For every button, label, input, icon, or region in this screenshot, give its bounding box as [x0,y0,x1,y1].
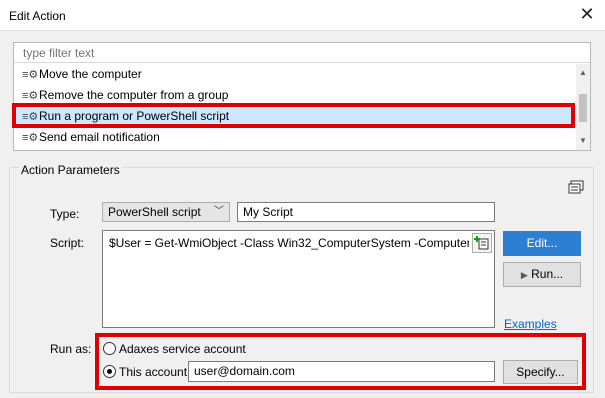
filter-input[interactable] [14,43,590,63]
highlight-selected-action [12,103,575,128]
gear-icon: ≡⚙ [22,132,39,144]
gear-icon: ≡⚙ [22,69,39,81]
type-select[interactable]: PowerShell script ﹀ [102,202,230,222]
run-button[interactable]: ▶ Run... [503,262,581,287]
close-icon[interactable]: ✕ [577,4,597,24]
examples-link[interactable]: Examples [504,317,557,331]
list-item-send-email[interactable]: ≡⚙Send email notification [14,127,577,148]
list-item-label: Move the computer [39,67,142,81]
script-label: Script: [50,236,85,250]
group-title: Action Parameters [19,163,122,177]
list-item-label: Send email notification [39,130,160,144]
type-label: Type: [50,207,80,221]
script-text: $User = Get-WmiObject -Class Win32_Compu… [109,236,469,250]
scroll-up-icon[interactable]: ▲ [576,66,590,80]
scroll-down-icon[interactable]: ▼ [576,134,590,148]
run-icon: ▶ [520,270,528,280]
run-as-label: Run as: [50,342,92,356]
scroll-thumb[interactable] [579,94,587,122]
type-select-value: PowerShell script [108,205,201,219]
edit-button-label: Edit... [526,236,558,250]
list-item-label: Remove the computer from a group [39,88,229,102]
insert-icon [474,236,489,250]
action-list: ≡⚙Move the computer ≡⚙Remove the compute… [13,42,591,151]
run-button-label: Run... [531,267,564,281]
insert-value-button[interactable] [472,233,492,253]
highlight-run-as [95,333,586,390]
script-name-value: My Script [243,205,294,219]
options-icon[interactable] [568,180,584,194]
list-item-move-computer[interactable]: ≡⚙Move the computer [14,64,577,85]
script-textarea[interactable]: $User = Get-WmiObject -Class Win32_Compu… [102,230,495,328]
chevron-down-icon: ﹀ [214,206,224,217]
title-bar: Edit Action ✕ [0,0,605,31]
list-scrollbar[interactable]: ▲ ▼ [576,64,590,150]
window-title: Edit Action [9,9,66,23]
edit-button[interactable]: Edit... [503,231,581,256]
script-name-input[interactable]: My Script [237,202,495,222]
